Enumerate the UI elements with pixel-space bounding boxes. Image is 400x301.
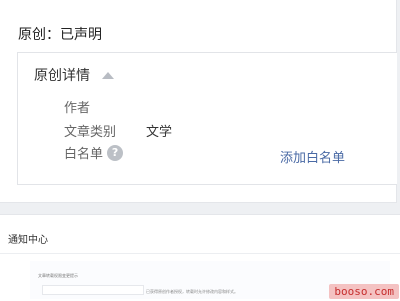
notification-message-field (42, 285, 144, 295)
notification-center-title: 通知中心 (8, 235, 48, 246)
original-details-panel: 原创详情 作者 文章类别 文学 白名单 ? 添加白名单 (17, 52, 397, 185)
whitelist-row: 白名单 ? (64, 143, 124, 162)
category-label: 文章类别 (64, 125, 117, 140)
original-status: 原创：已声明 (18, 27, 102, 43)
caret-up-icon[interactable] (102, 71, 114, 79)
notification-message-title: 文章转载权限变更提示 (38, 273, 78, 278)
category-value: 文学 (146, 125, 173, 140)
site-watermark: booso.com (329, 284, 399, 299)
author-label: 作者 (64, 101, 91, 116)
original-card: 原创：已声明 原创详情 作者 文章类别 文学 白名单 ? 添加白名单 (0, 0, 397, 203)
help-icon[interactable]: ? (107, 144, 124, 161)
original-details-toggle[interactable]: 原创详情 (34, 65, 114, 85)
add-whitelist-link[interactable]: 添加白名单 (280, 147, 345, 166)
whitelist-label: 白名单 (64, 147, 104, 162)
notification-divider (0, 253, 400, 254)
notification-message-suffix: 已获得原创作者授权，转载时允许修改内容和样式。 (146, 289, 238, 294)
original-details-title: 原创详情 (34, 68, 90, 84)
